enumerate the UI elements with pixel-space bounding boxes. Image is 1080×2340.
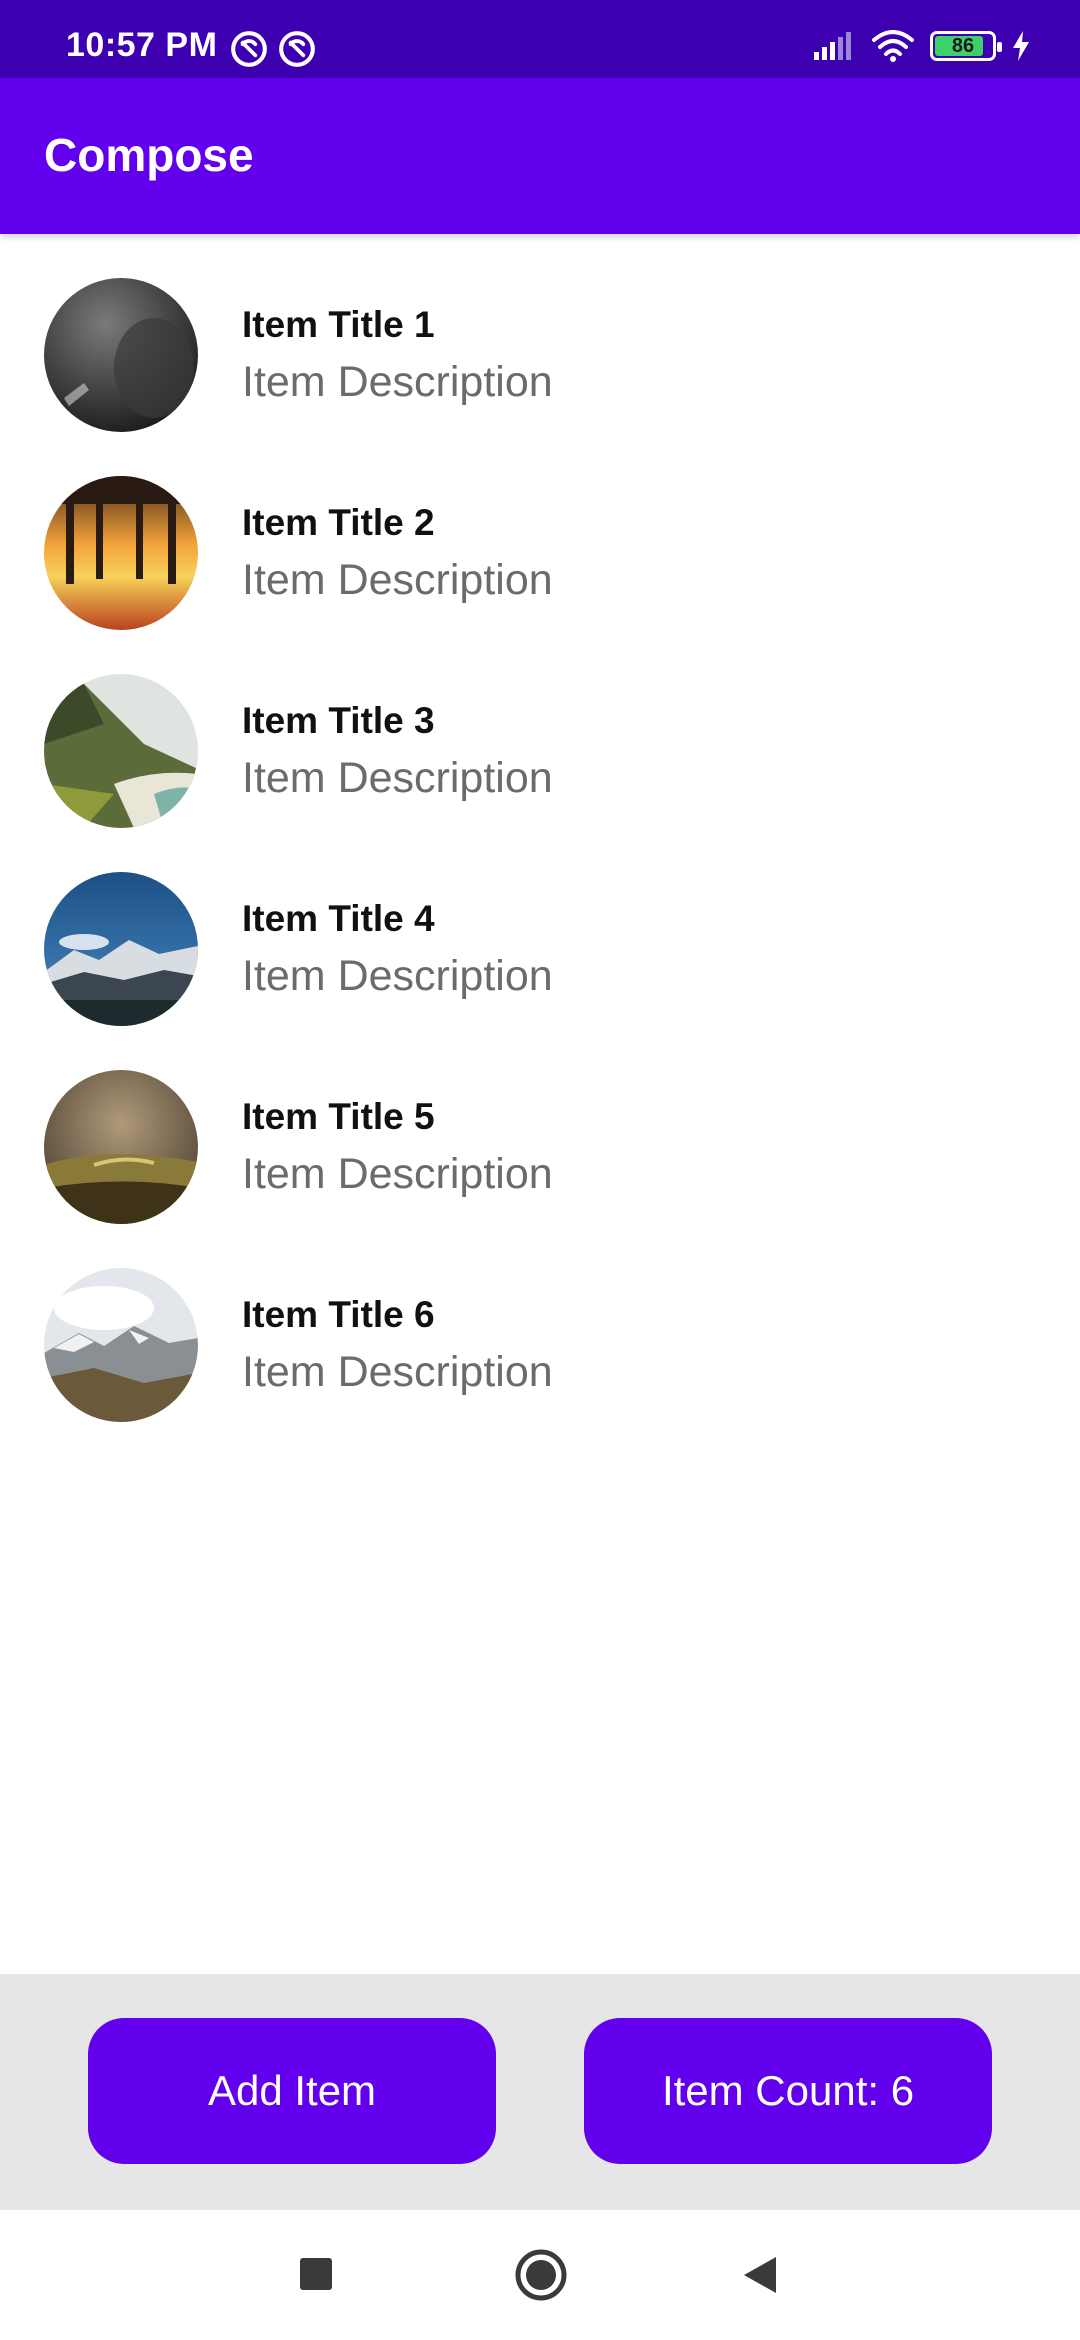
item-image (44, 1070, 198, 1224)
list-item[interactable]: Item Title 6 Item Description (0, 1224, 1080, 1422)
item-title: Item Title 4 (242, 898, 435, 939)
add-item-button[interactable]: Add Item (88, 2018, 496, 2164)
wifi-icon (872, 30, 914, 62)
item-image (44, 872, 198, 1026)
list-item[interactable]: Item Title 3 Item Description (0, 630, 1080, 828)
item-image (44, 278, 198, 432)
status-bar: 10:57 PM 86 (0, 0, 1080, 78)
status-system-icons: 86 (814, 30, 1030, 62)
status-notification-icons (230, 30, 316, 68)
item-description: Item Description (242, 1348, 553, 1396)
item-title: Item Title 5 (242, 1096, 435, 1137)
item-count-button[interactable]: Item Count: 6 (584, 2018, 992, 2164)
item-description: Item Description (242, 1150, 553, 1198)
battery-level: 86 (951, 34, 975, 57)
item-image (44, 674, 198, 828)
item-title: Item Title 6 (242, 1294, 435, 1335)
recents-square-icon[interactable] (300, 2248, 334, 2302)
back-triangle-icon[interactable] (740, 2248, 780, 2302)
status-time: 10:57 PM (66, 26, 218, 64)
item-title: Item Title 2 (242, 502, 435, 543)
charging-icon (1013, 31, 1029, 61)
item-description: Item Description (242, 952, 553, 1000)
item-title: Item Title 3 (242, 700, 435, 741)
list-item[interactable]: Item Title 4 Item Description (0, 828, 1080, 1026)
item-description: Item Description (242, 754, 553, 802)
item-title: Item Title 1 (242, 304, 435, 345)
notification-icon (231, 31, 267, 67)
battery-icon: 86 (930, 31, 1002, 61)
item-image (44, 476, 198, 630)
signal-icon (814, 32, 851, 60)
list-item[interactable]: Item Title 1 Item Description (0, 234, 1080, 432)
item-description: Item Description (242, 358, 553, 406)
bottom-action-bar: Add Item Item Count: 6 (0, 1974, 1080, 2210)
app-title: Compose (44, 129, 254, 181)
notification-icon (279, 31, 315, 67)
home-circle-icon[interactable] (514, 2248, 568, 2302)
list-item[interactable]: Item Title 2 Item Description (0, 432, 1080, 630)
item-image (44, 1268, 198, 1422)
system-nav-bar (0, 2210, 1080, 2340)
app-bar: Compose (0, 78, 1080, 234)
item-description: Item Description (242, 556, 553, 604)
list-item[interactable]: Item Title 5 Item Description (0, 1026, 1080, 1224)
